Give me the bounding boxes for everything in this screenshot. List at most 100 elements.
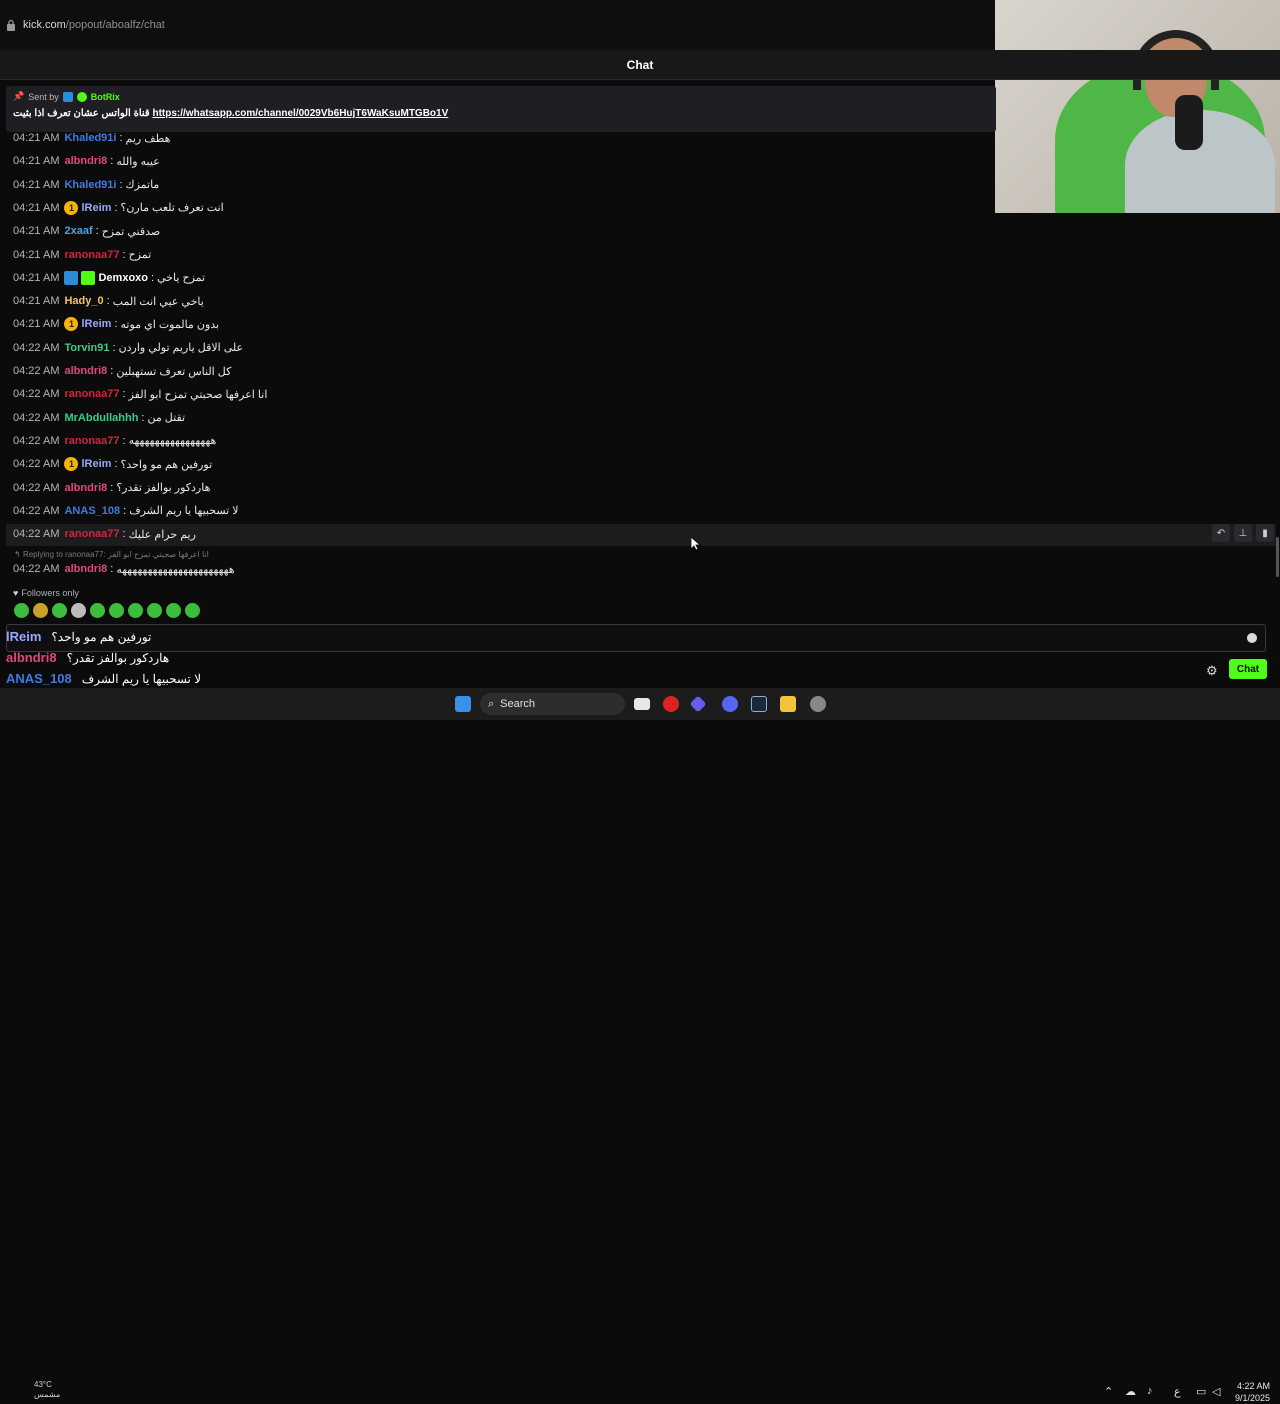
chat-header: Chat	[0, 50, 1280, 80]
microphone-icon[interactable]: ♪	[1147, 1385, 1153, 1397]
message-username[interactable]: Khaled91i	[64, 179, 116, 191]
app-icon[interactable]	[810, 696, 826, 712]
emoji-picker-icon[interactable]	[1247, 633, 1257, 643]
emote-icon[interactable]	[166, 603, 181, 618]
send-chat-button[interactable]: Chat	[1229, 659, 1267, 679]
chat-message[interactable]: 04:21 AM 2xaaf: صدقني تمزح	[13, 222, 160, 240]
message-username[interactable]: albndri8	[64, 482, 107, 494]
taskbar-clock[interactable]: 4:22 AM 9/1/2025	[1226, 1380, 1270, 1404]
message-username[interactable]: ranonaa77	[64, 249, 119, 261]
moderator-badge-icon	[64, 270, 79, 285]
emote-icon[interactable]	[128, 603, 143, 618]
reply-context[interactable]: ↰ Replying to ranonaa77: انا اعرفها صحبت…	[14, 550, 209, 559]
message-colon: :	[122, 388, 126, 401]
subscriber-badge-icon: 1	[64, 457, 79, 472]
overlay-username: lReim	[6, 629, 42, 644]
app-diamond-icon[interactable]	[689, 695, 707, 713]
chat-message[interactable]: 04:21 AM 1 lReim: بدون مالموت اي موته	[13, 315, 219, 333]
chat-message[interactable]: 04:22 AM albndri8: كل الناس تعرف تستهبلين	[13, 362, 231, 380]
chat-message-reply[interactable]: 04:22 AM albndri8: ههههههههههههههههههههه…	[13, 560, 235, 578]
reply-arrow-icon: ↰	[14, 550, 21, 559]
pinned-link[interactable]: https://whatsapp.com/channel/0029Vb6HujT…	[152, 108, 448, 119]
volume-icon[interactable]: ◁	[1212, 1385, 1220, 1398]
delete-icon[interactable]: ▮	[1256, 524, 1274, 542]
chat-message[interactable]: 04:21 AM Khaled91i: ماتمزك	[13, 176, 159, 194]
message-username[interactable]: ranonaa77	[64, 435, 119, 447]
message-username[interactable]: albndri8	[64, 155, 107, 167]
keyboard-language[interactable]: ع	[1174, 1385, 1181, 1398]
onedrive-icon[interactable]: ☁	[1125, 1385, 1136, 1398]
message-colon: :	[122, 248, 126, 261]
message-username[interactable]: 2xaaf	[64, 225, 92, 237]
chat-messages[interactable]: ↶ ⊥ ▮ 04:21 AM Khaled91i: هطف ريم 04:21 AM a…	[0, 130, 1280, 580]
emote-icon[interactable]	[109, 603, 124, 618]
heart-icon: ♥	[13, 588, 19, 598]
chat-message[interactable]: 04:22 AM ANAS_108: لا تسحبيها يا ريم الشرف	[13, 502, 239, 520]
emote-icon[interactable]	[147, 603, 162, 618]
pin-message-icon[interactable]: ⊥	[1234, 524, 1252, 542]
message-colon: :	[122, 528, 126, 541]
message-username[interactable]: Hady_0	[64, 295, 103, 307]
message-username[interactable]: MrAbdullahhh	[64, 412, 138, 424]
message-username[interactable]: Torvin91	[64, 342, 109, 354]
emote-icon[interactable]	[14, 603, 29, 618]
message-username[interactable]: lReim	[81, 458, 111, 470]
chat-message[interactable]: 04:22 AM 1 lReim: تورفين هم مو واحد؟	[13, 455, 212, 473]
emote-icon[interactable]	[90, 603, 105, 618]
opera-gx-icon[interactable]	[663, 696, 679, 712]
overlay-message: albndri8 هاردكور بوالفز تقدر؟	[6, 650, 169, 665]
emote-icon[interactable]	[185, 603, 200, 618]
reply-label: Replying to ranonaa77:	[22, 550, 106, 559]
chat-settings-gear-icon[interactable]: ⚙	[1206, 663, 1218, 679]
network-icon[interactable]: ▭	[1196, 1385, 1206, 1398]
chat-message[interactable]: 04:21 AM Khaled91i: هطف ريم	[13, 130, 170, 147]
message-text: لا تسحبيها يا ريم الشرف	[129, 505, 239, 518]
message-text: هاردكور بوالفز تقدر؟	[116, 482, 211, 494]
message-text: كل الناس تعرف تستهبلين	[116, 365, 232, 378]
chat-message[interactable]: 04:22 AM MrAbdullahhh: تقتل من	[13, 409, 185, 427]
chat-message[interactable]: 04:21 AM albndri8: عيبه والله	[13, 152, 160, 170]
taskbar-search[interactable]: ⌕ Search	[480, 693, 625, 715]
discord-icon[interactable]	[722, 696, 738, 712]
message-username[interactable]: Demxoxo	[98, 272, 148, 284]
chat-message[interactable]: 04:22 AM ranonaa77: ريم حرام عليك	[13, 525, 196, 543]
chat-message[interactable]: 04:21 AM ranonaa77: تمزح	[13, 246, 151, 264]
emote-icon[interactable]	[71, 603, 86, 618]
pinned-message[interactable]: 📌 Sent by BotRix قناة الواتس عشان تعرف ا…	[6, 86, 996, 132]
message-username[interactable]: ranonaa77	[64, 528, 119, 540]
message-username[interactable]: lReim	[81, 318, 111, 330]
chat-input[interactable]	[6, 624, 1266, 652]
vip-badge-icon	[81, 270, 96, 285]
weather-widget[interactable]: 43°C مشمس	[34, 1380, 60, 1400]
chat-message[interactable]: 04:22 AM albndri8: هاردكور بوالفز تقدر؟	[13, 479, 210, 497]
windows-taskbar: 43°C مشمس ⌃ ☁ ♪ ع ▭ ◁ 4:22 AM 9/1/2025	[0, 688, 1280, 1403]
chat-message[interactable]: 04:22 AM ranonaa77: انا اعرفها صحبتي تمزح …	[13, 385, 267, 403]
emote-icon[interactable]	[52, 603, 67, 618]
message-username[interactable]: albndri8	[64, 365, 107, 377]
chat-message[interactable]: 04:21 AM Demxoxo: تمزح ياخي	[13, 269, 205, 287]
browser-url-bar[interactable]: kick.com/popout/aboalfz/chat	[0, 0, 996, 50]
message-time: 04:21 AM	[13, 248, 60, 261]
steam-icon[interactable]	[751, 696, 767, 712]
message-text: تقتل من	[147, 412, 186, 425]
message-colon: :	[110, 365, 114, 377]
chat-message[interactable]: 04:22 AM Torvin91: على الاقل ياريم تولي وا…	[13, 339, 243, 357]
emote-icon[interactable]	[33, 603, 48, 618]
tray-chevron-icon[interactable]: ⌃	[1104, 1385, 1113, 1398]
bot-name[interactable]: BotRix	[91, 92, 120, 102]
chat-scrollbar[interactable]	[1276, 537, 1279, 577]
chat-message[interactable]: 04:21 AM Hady_0: ياخي عيي انت المب	[13, 292, 204, 310]
reply-quoted-text: انا اعرفها صحبتي تمزح ابو الفز	[107, 550, 209, 559]
chat-message[interactable]: 04:22 AM ranonaa77: ههههههههههههههههه	[13, 432, 216, 450]
message-username[interactable]: Khaled91i	[64, 132, 116, 144]
windows-start-icon[interactable]	[455, 696, 471, 712]
task-view-icon[interactable]	[634, 698, 650, 710]
message-username[interactable]: albndri8	[64, 563, 107, 575]
message-username[interactable]: ranonaa77	[64, 388, 119, 400]
message-username[interactable]: lReim	[81, 202, 111, 214]
message-time: 04:22 AM	[13, 528, 60, 541]
message-username[interactable]: ANAS_108	[64, 505, 120, 517]
reply-icon[interactable]: ↶	[1212, 524, 1230, 542]
chat-message[interactable]: 04:21 AM 1 lReim: انت تعرف تلعب مارن؟	[13, 199, 224, 217]
file-explorer-icon[interactable]	[780, 696, 796, 712]
